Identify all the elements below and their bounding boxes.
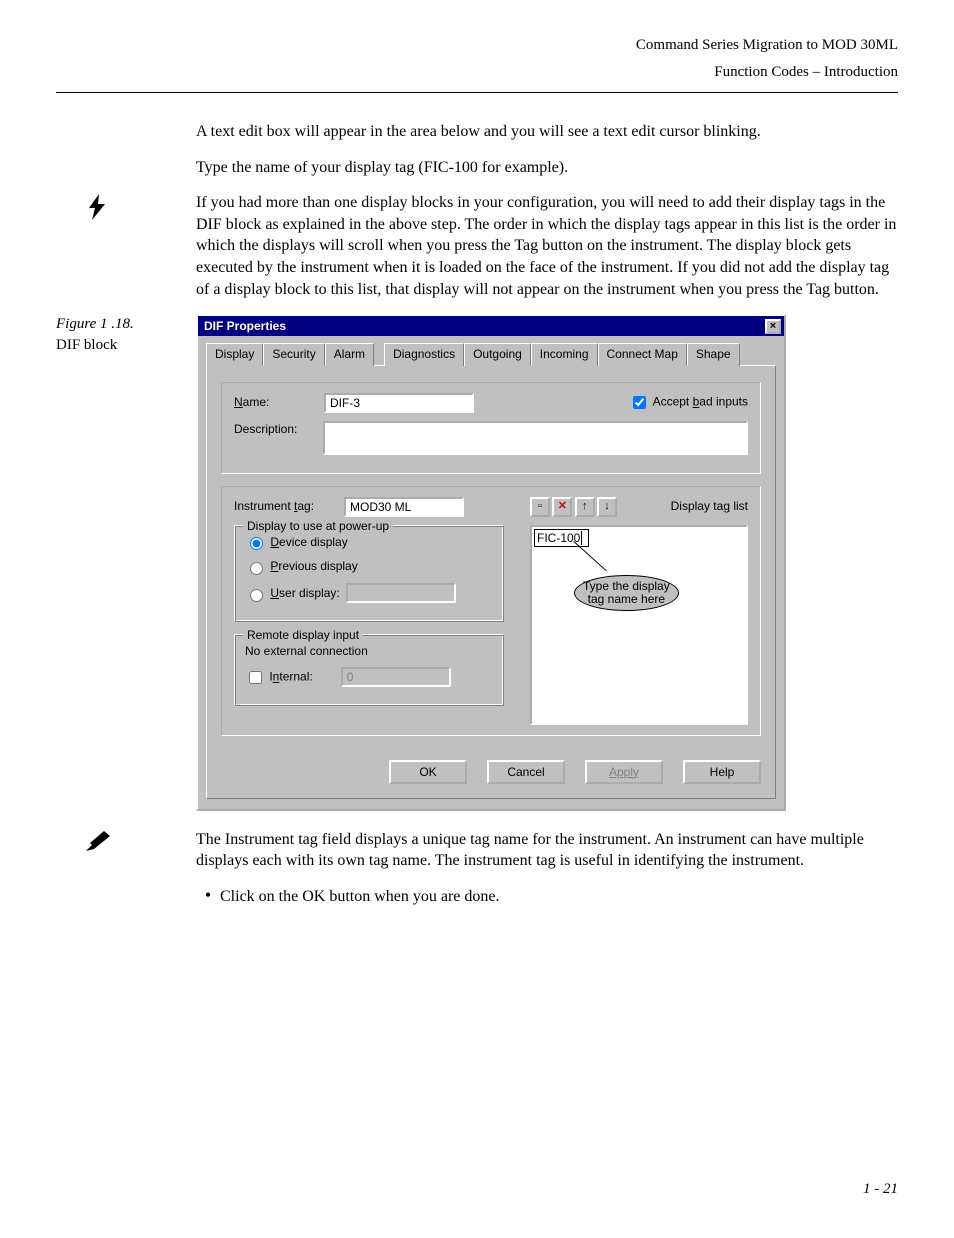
dialog-title: DIF Properties — [204, 318, 286, 334]
apply-button[interactable]: Apply — [585, 760, 663, 784]
display-tag-listbox[interactable]: FIC-100 Type the display tag name here — [530, 525, 748, 725]
dif-properties-dialog: DIF Properties × Display Security Alarm … — [196, 314, 786, 810]
radio-device-display[interactable]: Device display — [245, 534, 348, 551]
tab-display[interactable]: Display — [206, 343, 263, 365]
paragraph-4: The Instrument tag field displays a uniq… — [196, 829, 898, 872]
list-new-icon[interactable]: ▫ — [530, 497, 550, 517]
label-description: Description: — [234, 421, 323, 437]
ok-button[interactable]: OK — [389, 760, 467, 784]
tab-page-display: Name: Accept bad inputs Description: — [206, 365, 776, 799]
accept-bad-inputs-checkbox[interactable] — [633, 396, 646, 409]
list-toolbar: ▫ ✕ ↑ ↓ — [530, 497, 616, 517]
tab-shape[interactable]: Shape — [687, 343, 740, 365]
bullet-1: Click on the OK button when you are done… — [220, 886, 500, 908]
tab-diagnostics[interactable]: Diagnostics — [384, 343, 464, 365]
tab-outgoing[interactable]: Outgoing — [464, 343, 531, 365]
figure-caption: DIF block — [56, 337, 196, 354]
pencil-icon — [56, 830, 110, 859]
header-rule — [56, 92, 898, 93]
header-line-1: Command Series Migration to MOD 30ML — [56, 32, 898, 59]
list-delete-icon[interactable]: ✕ — [552, 497, 572, 517]
label-instrument-tag: Instrument tag: — [234, 498, 344, 514]
user-display-field[interactable] — [346, 583, 456, 603]
radio-device-display-input[interactable] — [250, 537, 263, 550]
description-field[interactable] — [323, 421, 748, 455]
list-item-editing[interactable]: FIC-100 — [534, 529, 589, 547]
tab-security[interactable]: Security — [263, 343, 324, 365]
paragraph-1: A text edit box will appear in the area … — [196, 121, 898, 143]
annotation-leader — [573, 541, 606, 571]
panel-instrument: Instrument tag: Display to use at power-… — [221, 486, 761, 736]
dialog-titlebar: DIF Properties × — [198, 316, 784, 336]
label-name: Name: — [234, 394, 324, 410]
annotation-bubble: Type the display tag name here — [574, 575, 679, 611]
radio-previous-display-input[interactable] — [250, 562, 263, 575]
group-remote-title: Remote display input — [243, 627, 363, 643]
list-down-icon[interactable]: ↓ — [597, 497, 617, 517]
radio-user-display[interactable]: User display: — [245, 585, 340, 602]
group-powerup-title: Display to use at power-up — [243, 518, 393, 534]
group-remote: Remote display input No external connect… — [234, 634, 504, 706]
tab-connect-map[interactable]: Connect Map — [598, 343, 687, 365]
header-line-2: Function Codes – Introduction — [56, 59, 898, 86]
figure-label: Figure 1 .18. — [56, 316, 196, 333]
label-display-tag-list: Display tag list — [671, 498, 748, 514]
panel-name-description: Name: Accept bad inputs Description: — [221, 382, 761, 474]
cancel-button[interactable]: Cancel — [487, 760, 565, 784]
name-field[interactable] — [324, 393, 474, 413]
bullet-icon: • — [196, 886, 220, 904]
list-up-icon[interactable]: ↑ — [575, 497, 595, 517]
paragraph-3: If you had more than one display blocks … — [196, 192, 898, 300]
internal-checkbox-label[interactable]: Internal: — [245, 668, 313, 687]
radio-previous-display[interactable]: Previous display — [245, 558, 358, 575]
instrument-tag-field[interactable] — [344, 497, 464, 517]
internal-field[interactable] — [341, 667, 451, 687]
close-icon[interactable]: × — [765, 319, 781, 334]
accept-bad-inputs[interactable]: Accept bad inputs — [629, 393, 748, 412]
tab-strip: Display Security Alarm Diagnostics Outgo… — [206, 342, 776, 364]
label-no-external: No external connection — [245, 643, 493, 659]
paragraph-2: Type the name of your display tag (FIC-1… — [196, 157, 898, 179]
dialog-button-bar: OK Cancel Apply Help — [221, 748, 761, 784]
radio-user-display-input[interactable] — [250, 589, 263, 602]
group-powerup: Display to use at power-up Device displa… — [234, 525, 504, 623]
internal-checkbox[interactable] — [249, 671, 262, 684]
lightning-icon — [56, 196, 108, 227]
help-button[interactable]: Help — [683, 760, 761, 784]
tab-incoming[interactable]: Incoming — [531, 343, 598, 365]
page-number: 1 - 21 — [56, 1181, 898, 1198]
tab-alarm[interactable]: Alarm — [325, 343, 374, 365]
